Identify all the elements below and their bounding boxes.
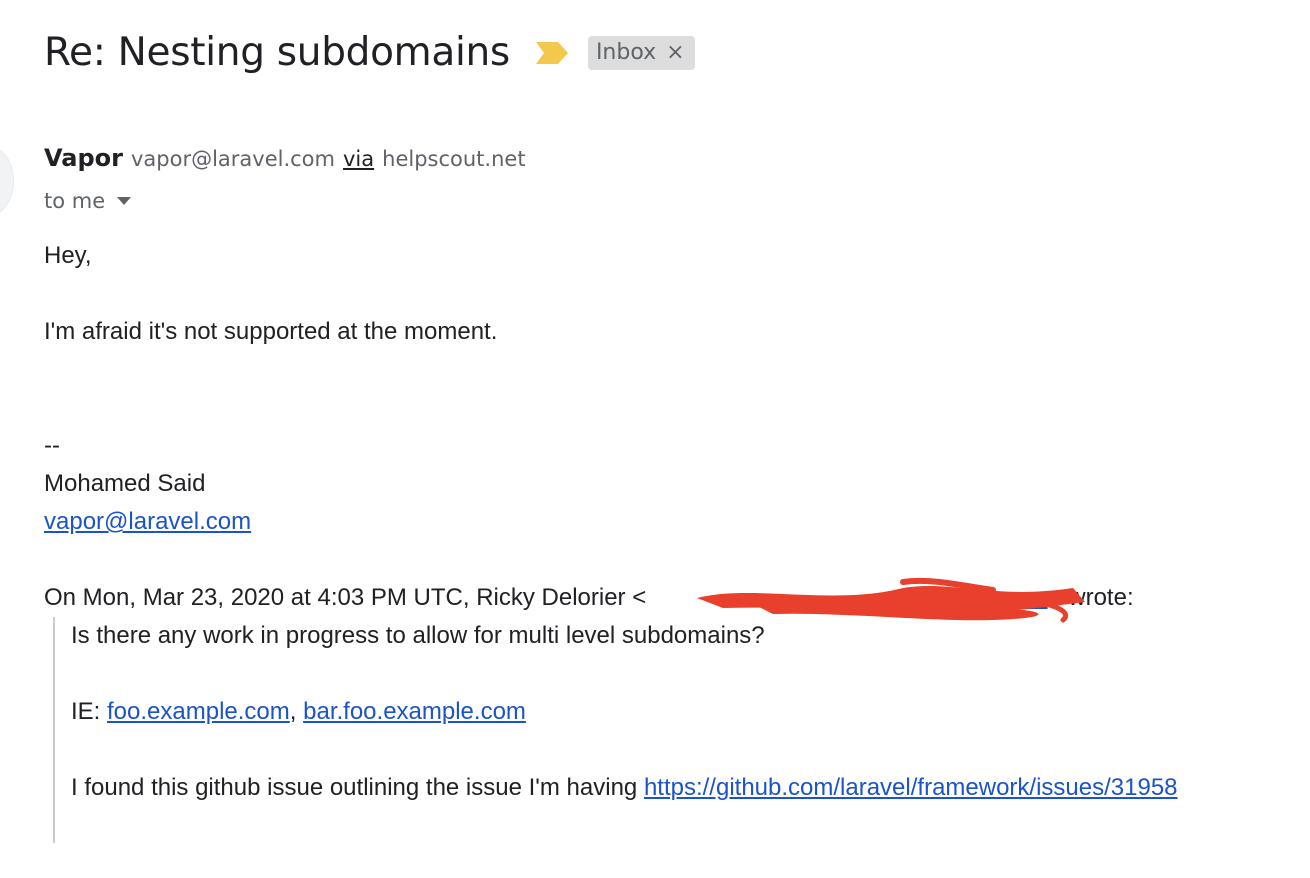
github-line-prefix: I found this github issue outlining the … [71, 774, 644, 801]
sender-name: Vapor [44, 144, 123, 172]
sender-email: vapor@laravel.com [130, 147, 335, 171]
avatar[interactable] [0, 146, 14, 216]
signature-separator: -- [44, 432, 60, 459]
signature-name: Mohamed Said [44, 470, 206, 497]
signature-email-wrap: vapor@laravel.com [44, 508, 251, 536]
quoted-line-examples: IE: foo.example.com, bar.foo.example.com [71, 698, 526, 726]
quote-bar [53, 617, 55, 843]
example-link-foo[interactable]: foo.example.com [107, 698, 290, 725]
examples-separator: , [289, 698, 304, 725]
sender-info: Vapor vapor@laravel.com via helpscout.ne… [44, 144, 526, 172]
quoted-line-question: Is there any work in progress to allow f… [71, 622, 765, 649]
via-link[interactable]: via [343, 147, 374, 171]
github-issue-link[interactable]: https://github.com/laravel/framework/iss… [644, 774, 1178, 801]
chevron-down-icon[interactable] [117, 197, 132, 205]
email-subject: Re: Nesting subdomains [44, 30, 510, 75]
recipient-dropdown[interactable]: to me [44, 189, 132, 213]
example-link-bar[interactable]: bar.foo.example.com [303, 698, 526, 725]
label-text: Inbox [595, 40, 657, 65]
body-greeting: Hey, [44, 242, 92, 269]
subject-row: Re: Nesting subdomains Inbox × [44, 30, 695, 75]
recipient-text: to me [44, 189, 106, 213]
inbox-label-chip[interactable]: Inbox × [587, 35, 695, 70]
body-message: I'm afraid it's not supported at the mom… [44, 318, 498, 345]
examples-prefix: IE: [71, 698, 108, 725]
via-domain: helpscout.net [382, 147, 526, 171]
quote-header-prefix: On Mon, Mar 23, 2020 at 4:03 PM UTC, Ric… [44, 584, 647, 611]
remove-label-icon[interactable]: × [666, 40, 684, 65]
importance-marker-icon[interactable] [535, 41, 568, 64]
signature-email-link[interactable]: vapor@laravel.com [44, 508, 251, 535]
quoted-line-github: I found this github issue outlining the … [71, 774, 1178, 802]
